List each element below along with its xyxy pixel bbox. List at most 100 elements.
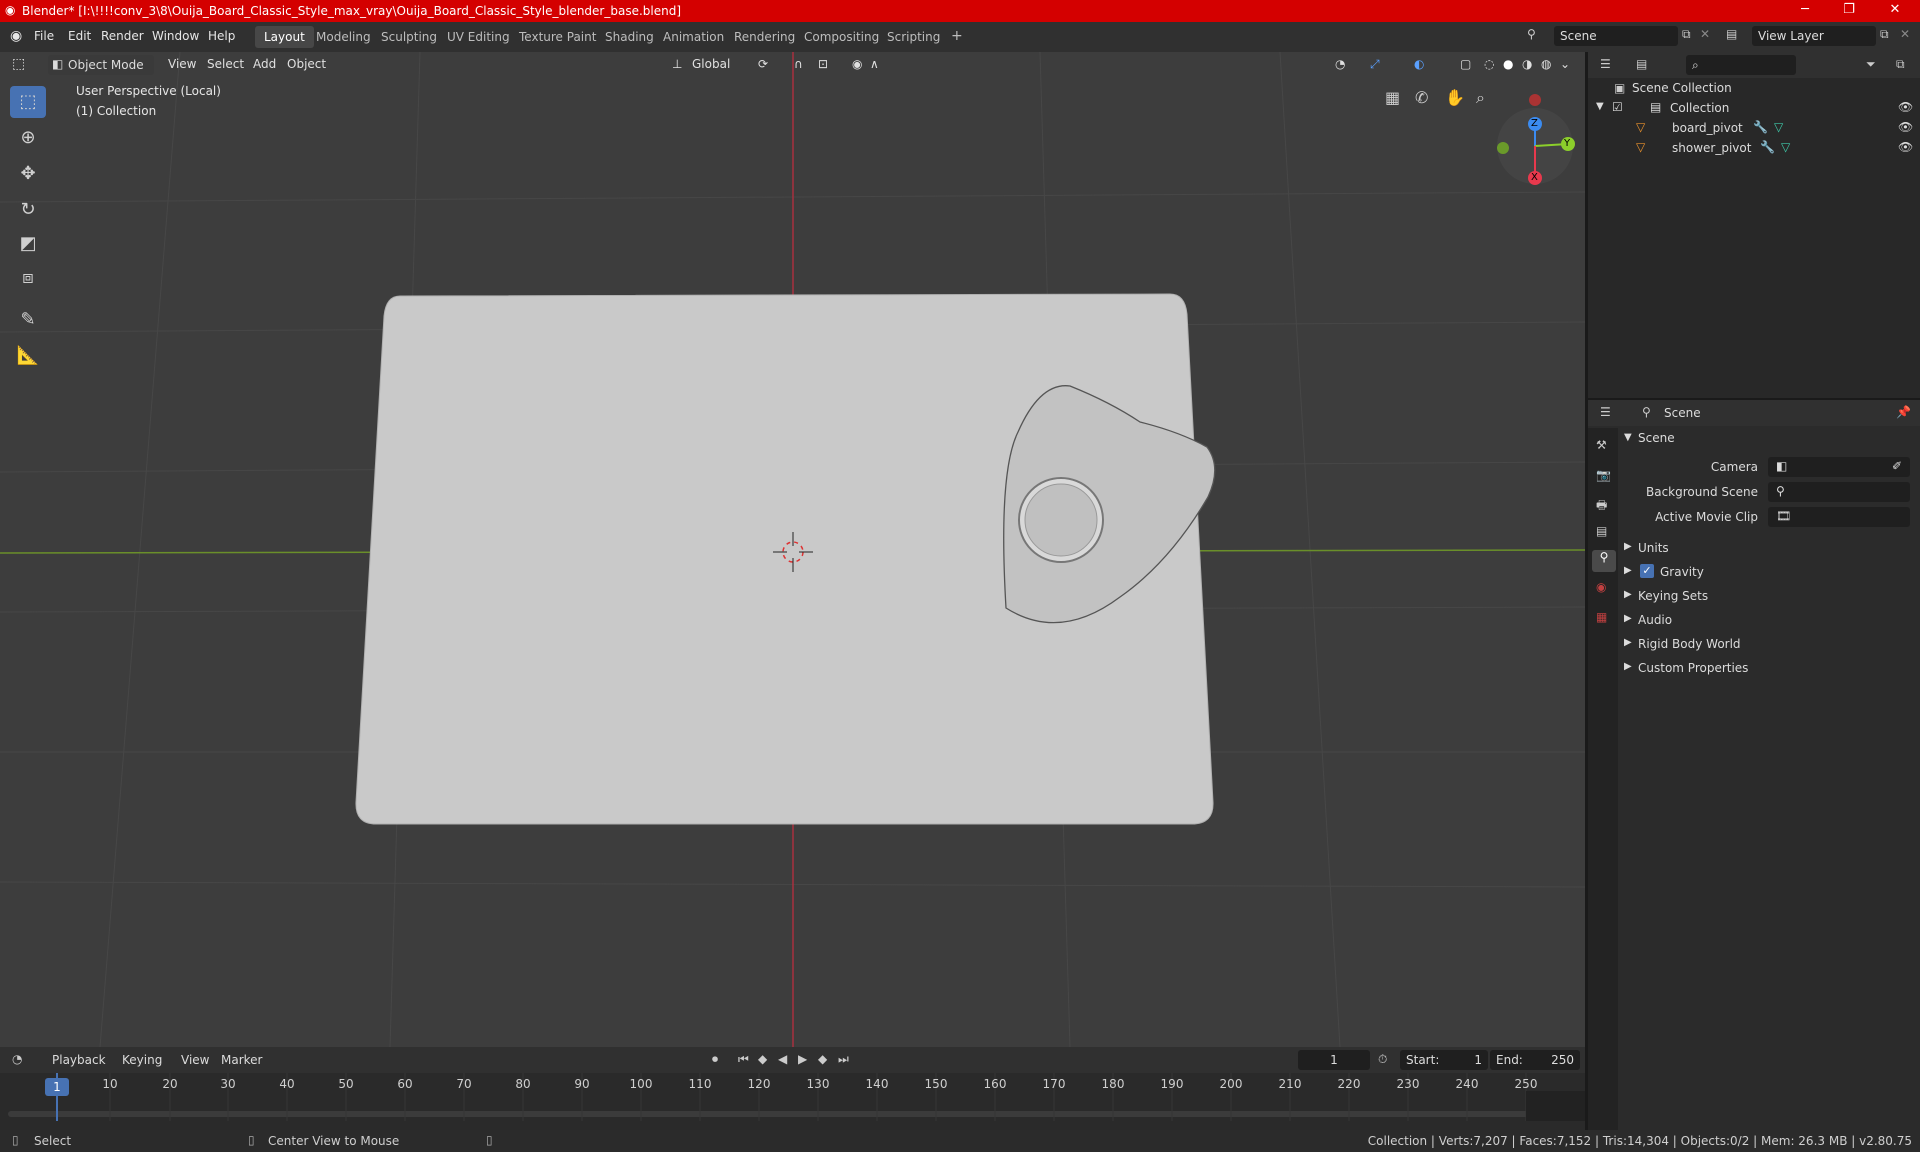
minimize-button[interactable]: ─: [1785, 2, 1825, 17]
new-scene-icon[interactable]: ⧉: [1682, 27, 1691, 42]
world-tab-icon[interactable]: ◉: [1596, 580, 1606, 594]
tab-texture-paint[interactable]: Texture Paint: [510, 26, 605, 48]
record-icon[interactable]: ⏺: [712, 1052, 718, 1067]
pivot-icon[interactable]: ⟳: [758, 57, 768, 71]
scene-collection-label[interactable]: Scene Collection: [1632, 81, 1732, 95]
close-button[interactable]: ✕: [1875, 2, 1915, 17]
gravity-panel-header[interactable]: ▶ ✓ Gravity: [1620, 561, 1920, 583]
keying-sets-panel-header[interactable]: ▶ Keying Sets: [1620, 585, 1920, 607]
tab-sculpting[interactable]: Sculpting: [372, 26, 446, 48]
eye-icon[interactable]: 👁: [1898, 120, 1913, 134]
solid-shading-icon[interactable]: ●: [1503, 57, 1513, 71]
menu-window[interactable]: Window: [152, 29, 199, 43]
tab-layout[interactable]: Layout: [255, 26, 314, 48]
tab-shading[interactable]: Shading: [596, 26, 663, 48]
marker-menu[interactable]: Marker: [221, 1053, 262, 1067]
display-mode-icon[interactable]: ▤: [1636, 57, 1647, 71]
audio-panel-header[interactable]: ▶ Audio: [1620, 609, 1920, 631]
playhead-indicator[interactable]: 1: [45, 1078, 69, 1096]
scene-field[interactable]: Scene: [1554, 26, 1678, 46]
menu-help[interactable]: Help: [208, 29, 235, 43]
tab-scripting[interactable]: Scripting: [878, 26, 949, 48]
mesh-data-icon[interactable]: ▽: [1774, 120, 1783, 134]
timeline-editor-icon[interactable]: ◔: [12, 1052, 22, 1066]
play-icon[interactable]: ▶: [798, 1052, 807, 1066]
jump-end-icon[interactable]: ⏭: [838, 1052, 849, 1067]
tab-compositing[interactable]: Compositing: [795, 26, 888, 48]
outliner-collection[interactable]: Collection: [1670, 101, 1729, 115]
stopwatch-icon[interactable]: ⏱: [1378, 1052, 1387, 1067]
eye-icon[interactable]: 👁: [1898, 100, 1913, 114]
add-workspace-button[interactable]: +: [942, 24, 972, 46]
current-frame-field[interactable]: 1: [1298, 1050, 1370, 1070]
start-frame-field[interactable]: Start: 1: [1400, 1050, 1488, 1070]
transform-tool[interactable]: ⧈: [10, 262, 46, 294]
outliner-search-input[interactable]: ⌕: [1686, 55, 1796, 75]
menu-render[interactable]: Render: [101, 29, 144, 43]
snap-target-icon[interactable]: ⊡: [818, 57, 828, 71]
view-layer-tab-icon[interactable]: ▤: [1596, 524, 1607, 538]
falloff-icon[interactable]: ∧: [870, 57, 879, 71]
collection-expand-icon[interactable]: ▼: [1596, 101, 1604, 112]
keying-menu[interactable]: Keying: [122, 1053, 162, 1067]
scale-tool[interactable]: ◩: [10, 228, 46, 260]
shading-options-icon[interactable]: ⌄: [1560, 57, 1570, 71]
rendered-shading-icon[interactable]: ◍: [1541, 57, 1551, 71]
3d-viewport[interactable]: ⬚ ◧ Object Mode View Select Add Object ⊥…: [0, 52, 1585, 1047]
gizmo-toggle-icon[interactable]: ⤢: [1370, 57, 1380, 72]
eye-icon[interactable]: 👁: [1898, 140, 1913, 154]
modifier-icon[interactable]: 🔧: [1760, 140, 1775, 154]
properties-editor-icon[interactable]: ☰: [1600, 405, 1611, 419]
camera-view-icon[interactable]: ✆: [1415, 88, 1428, 107]
tab-rendering[interactable]: Rendering: [725, 26, 804, 48]
material-shading-icon[interactable]: ◑: [1522, 57, 1532, 71]
render-tab-icon[interactable]: 📷: [1596, 468, 1611, 482]
cursor-tool[interactable]: ⊕: [10, 122, 46, 154]
collection-checkbox[interactable]: ☑: [1612, 100, 1623, 114]
menu-object[interactable]: Object: [287, 57, 326, 71]
xray-icon[interactable]: ▢: [1460, 57, 1471, 71]
filter-icon[interactable]: ⏷: [1866, 57, 1876, 72]
view-layer-field[interactable]: View Layer: [1752, 26, 1876, 46]
output-tab-icon[interactable]: 🖶: [1596, 496, 1607, 517]
texture-tab-icon[interactable]: ▦: [1596, 610, 1607, 624]
delete-scene-icon[interactable]: ✕: [1700, 27, 1710, 41]
menu-add[interactable]: Add: [253, 57, 276, 71]
tab-uv-editing[interactable]: UV Editing: [438, 26, 519, 48]
outliner-item-shower-pivot[interactable]: ▽ shower_pivot 🔧 ▽ 👁: [1588, 138, 1920, 158]
move-tool[interactable]: ✥: [10, 158, 46, 190]
snap-icon[interactable]: ∩: [794, 57, 803, 71]
zoom-icon[interactable]: ⌕: [1476, 88, 1485, 108]
end-frame-field[interactable]: End: 250: [1490, 1050, 1580, 1070]
menu-edit[interactable]: Edit: [68, 29, 91, 43]
editor-type-icon[interactable]: ⬚: [12, 56, 25, 72]
pin-icon[interactable]: 📌: [1896, 405, 1911, 419]
prev-keyframe-icon[interactable]: ◆: [758, 1052, 767, 1066]
gravity-checkbox[interactable]: ✓: [1640, 564, 1654, 578]
delete-view-layer-icon[interactable]: ✕: [1900, 27, 1910, 41]
menu-view[interactable]: View: [168, 57, 196, 71]
transform-orientation-dropdown[interactable]: Global: [692, 57, 730, 71]
rotate-tool[interactable]: ↻: [10, 194, 46, 226]
tool-tab-icon[interactable]: ⚒: [1596, 438, 1607, 452]
camera-field[interactable]: [1768, 457, 1910, 477]
custom-properties-panel-header[interactable]: ▶ Custom Properties: [1620, 657, 1920, 679]
modifier-icon[interactable]: 🔧: [1753, 120, 1768, 134]
proportional-edit-icon[interactable]: ◉: [852, 57, 862, 71]
timeline-view-menu[interactable]: View: [181, 1053, 209, 1067]
blender-menu-icon[interactable]: ◉: [10, 28, 22, 44]
jump-start-icon[interactable]: ⏮: [738, 1052, 749, 1067]
scene-browse-icon[interactable]: ⚲: [1527, 27, 1536, 41]
rigid-body-world-panel-header[interactable]: ▶ Rigid Body World: [1620, 633, 1920, 655]
eyedropper-icon[interactable]: ✐: [1892, 459, 1902, 473]
menu-file[interactable]: File: [34, 29, 54, 43]
tab-modeling[interactable]: Modeling: [307, 26, 380, 48]
measure-tool[interactable]: 📐: [10, 340, 46, 372]
outliner-item-board-pivot[interactable]: ▽ board_pivot 🔧 ▽ 👁: [1588, 118, 1920, 138]
menu-select[interactable]: Select: [207, 57, 244, 71]
select-box-tool[interactable]: ⬚: [10, 86, 46, 118]
maximize-button[interactable]: ❐: [1829, 2, 1869, 17]
scene-panel-header[interactable]: ▼ Scene: [1620, 428, 1920, 450]
mode-dropdown[interactable]: ◧ Object Mode: [48, 55, 154, 75]
new-collection-icon[interactable]: ⧉: [1896, 57, 1905, 72]
